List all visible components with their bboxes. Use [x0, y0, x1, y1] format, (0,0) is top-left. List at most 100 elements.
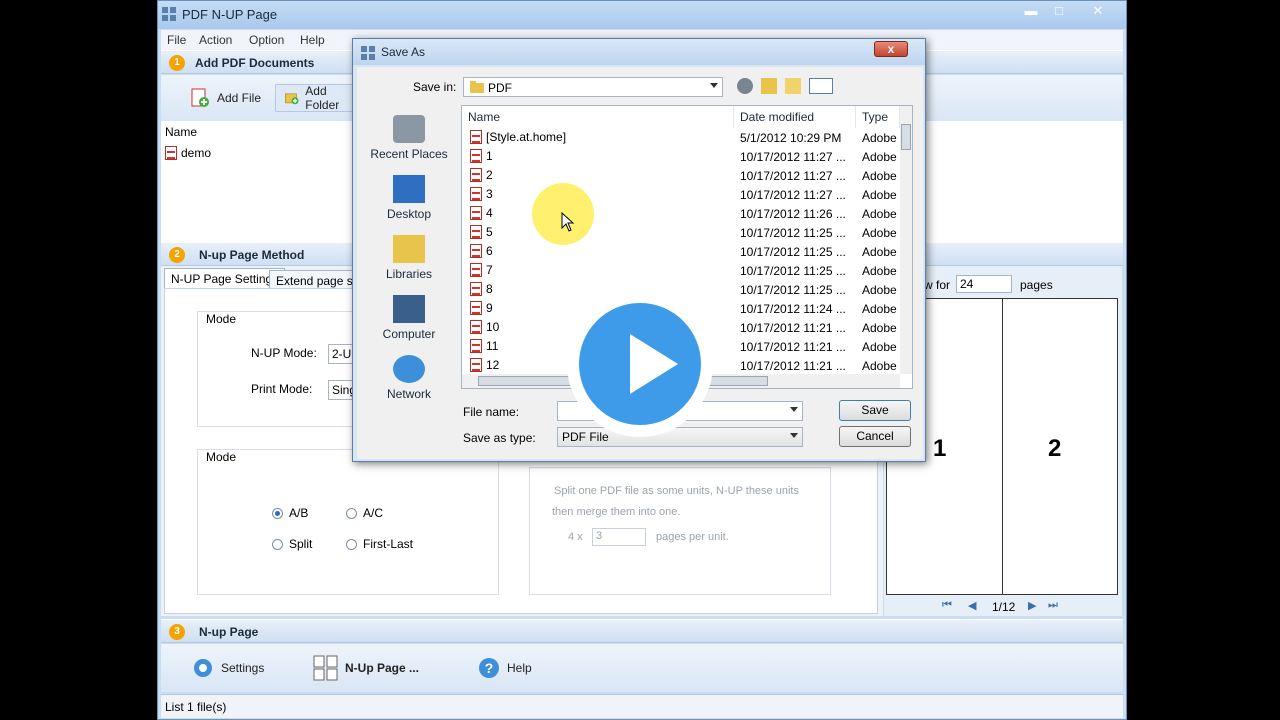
place-libraries[interactable]: Libraries [361, 235, 457, 281]
pages-per-unit-stepper[interactable]: 3 [592, 528, 646, 546]
minimize-icon[interactable]: ▬ [1018, 1, 1044, 21]
file-row-name: 12 [486, 358, 500, 372]
place-network[interactable]: Network [361, 355, 457, 401]
pdf-file-icon [165, 145, 177, 160]
pages-per-unit-label: pages per unit. [656, 531, 729, 543]
cancel-button[interactable]: Cancel [839, 426, 911, 447]
file-row-type: Adobe [862, 321, 897, 335]
place-recent[interactable]: Recent Places [361, 115, 457, 161]
file-row[interactable]: 1 10/17/2012 11:27 ... Adobe [462, 147, 900, 166]
radio-button[interactable] [272, 507, 283, 519]
folder-icon [470, 81, 484, 93]
save-in-select[interactable]: PDF [463, 77, 723, 97]
file-row[interactable]: [Style.at.home] 5/1/2012 10:29 PM Adobe [462, 128, 900, 147]
maximize-icon[interactable]: □ [1046, 1, 1072, 21]
radio-button[interactable] [346, 507, 357, 519]
column-date[interactable]: Date modified [734, 106, 856, 128]
place-desktop[interactable]: Desktop [361, 175, 457, 221]
file-row[interactable]: 7 10/17/2012 11:25 ... Adobe [462, 261, 900, 280]
menu-help[interactable]: Help [300, 33, 325, 47]
file-row-date: 10/17/2012 11:27 ... [740, 150, 846, 164]
save-button[interactable]: Save [839, 400, 911, 421]
file-row-date: 10/17/2012 11:25 ... [740, 264, 846, 278]
close-icon[interactable]: ✕ [1076, 1, 1120, 21]
file-row[interactable]: 3 10/17/2012 11:27 ... Adobe [462, 185, 900, 204]
help-button[interactable]: ? Help [469, 654, 540, 682]
recent-places-icon [393, 115, 425, 143]
first-page-icon[interactable]: ⏮ [942, 599, 952, 612]
chevron-down-icon [710, 83, 718, 88]
menu-file[interactable]: File [167, 33, 186, 47]
radio-split[interactable]: Split [272, 537, 312, 551]
radio-label: A/B [289, 506, 309, 520]
menu-action[interactable]: Action [199, 33, 232, 47]
save-in-value: PDF [488, 81, 512, 95]
last-page-icon[interactable]: ⏭ [1048, 599, 1058, 612]
file-row-date: 5/1/2012 10:29 PM [740, 131, 842, 145]
settings-label: Settings [221, 661, 265, 675]
vertical-scrollbar[interactable] [900, 106, 912, 374]
file-row-date: 10/17/2012 11:27 ... [740, 188, 846, 202]
dialog-titlebar: Save As x [353, 39, 925, 65]
column-name[interactable]: Name [462, 106, 734, 128]
place-computer[interactable]: Computer [361, 295, 457, 341]
status-text: List 1 file(s) [165, 700, 227, 714]
mouse-cursor-icon [561, 212, 575, 232]
radio-button[interactable] [346, 538, 357, 550]
file-row-type: Adobe [862, 245, 897, 259]
list-header-name[interactable]: Name [165, 125, 197, 139]
menu-option[interactable]: Option [249, 33, 284, 47]
radio-ab[interactable]: A/B [272, 506, 308, 520]
next-page-icon[interactable]: ▶ [1028, 599, 1036, 612]
mode-title: Mode [206, 312, 237, 326]
scroll-thumb[interactable] [901, 124, 911, 150]
file-row-date: 10/17/2012 11:25 ... [740, 245, 846, 259]
pdf-file-icon [470, 225, 482, 239]
file-row-date: 10/17/2012 11:25 ... [740, 226, 846, 240]
file-row-name: 5 [486, 225, 493, 239]
place-label: Desktop [386, 207, 432, 221]
file-row[interactable]: 4 10/17/2012 11:26 ... Adobe [462, 204, 900, 223]
new-folder-icon[interactable] [785, 78, 801, 94]
file-row[interactable]: 2 10/17/2012 11:27 ... Adobe [462, 166, 900, 185]
play-button[interactable] [567, 291, 713, 437]
file-row-name: 2 [486, 168, 493, 182]
place-label: Network [386, 387, 431, 401]
prev-page-icon[interactable]: ◀ [968, 599, 976, 612]
tab-nup-settings[interactable]: N-UP Page Settings [164, 268, 286, 288]
file-row-type: Adobe [862, 264, 897, 278]
file-row-name: 9 [486, 301, 493, 315]
up-folder-icon[interactable] [761, 78, 777, 94]
tab-extend-page[interactable]: Extend page set [269, 270, 361, 290]
pdf-file-icon [470, 301, 482, 315]
radio-button[interactable] [272, 538, 283, 550]
file-row[interactable]: 5 10/17/2012 11:25 ... Adobe [462, 223, 900, 242]
add-file-label: Add File [217, 91, 262, 105]
dialog-close-icon[interactable]: x [874, 41, 908, 57]
section-title: Add PDF Documents [195, 56, 315, 70]
file-row-name: 7 [486, 263, 493, 277]
preview-pages-stepper[interactable]: 24 [956, 275, 1012, 293]
nup-page-button[interactable]: N-Up Page ... [305, 654, 427, 682]
file-row[interactable]: 6 10/17/2012 11:25 ... Adobe [462, 242, 900, 261]
view-menu-icon[interactable] [809, 78, 833, 94]
section-title: N-up Page [199, 625, 259, 639]
status-bar: List 1 file(s) [161, 694, 1123, 718]
list-item[interactable]: demo [165, 143, 211, 162]
file-row[interactable]: 8 10/17/2012 11:25 ... Adobe [462, 280, 900, 299]
radio-first-last[interactable]: First-Last [346, 537, 413, 551]
pdf-file-icon [470, 244, 482, 258]
file-row-name: 11 [486, 339, 499, 353]
column-type[interactable]: Type [856, 106, 900, 128]
back-icon[interactable] [737, 78, 753, 94]
add-folder-button[interactable]: Add Folder [275, 84, 355, 112]
libraries-icon [393, 235, 425, 263]
save-as-type-select[interactable]: PDF File [557, 427, 803, 447]
settings-button[interactable]: Settings [183, 654, 272, 682]
computer-icon [393, 295, 425, 323]
nup-mode-label: N-UP Mode: [251, 346, 317, 360]
add-file-button[interactable]: Add File [181, 84, 269, 112]
add-folder-icon [285, 93, 299, 105]
radio-ac[interactable]: A/C [346, 506, 383, 520]
preview-pages-value: 24 [960, 277, 974, 291]
